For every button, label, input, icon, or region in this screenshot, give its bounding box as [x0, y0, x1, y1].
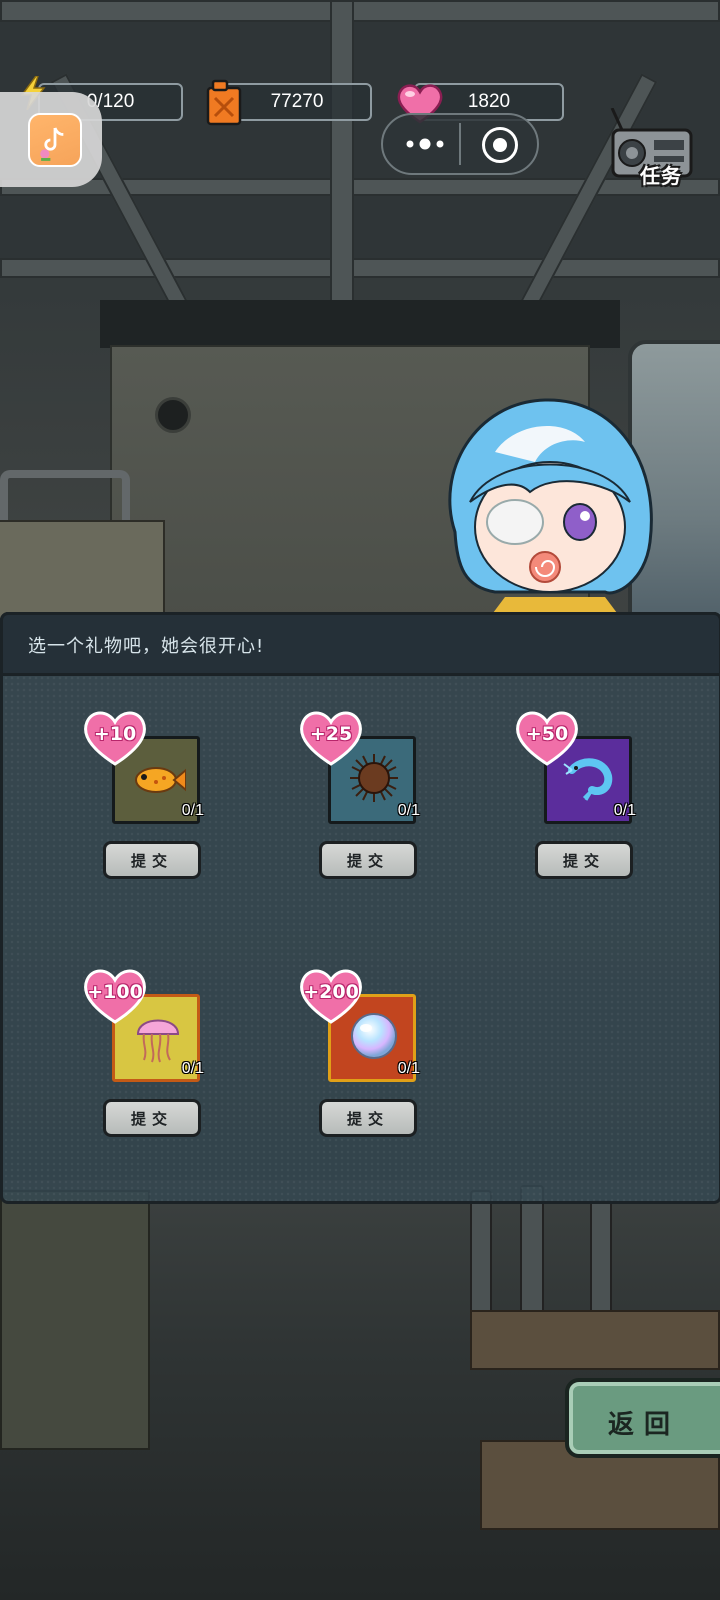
submit-button[interactable]: 提交	[103, 1099, 201, 1137]
gift-count: 0/1	[613, 802, 636, 819]
gift-bonus: +25	[309, 723, 353, 745]
affection-value: 1820	[467, 91, 511, 112]
gift-bonus: +100	[87, 981, 143, 1003]
submit-button[interactable]: 提交	[535, 841, 633, 879]
back-button-label: 返回	[607, 1410, 680, 1440]
fuel-can-icon	[206, 79, 242, 126]
gift-bonus: +200	[303, 981, 359, 1003]
more-dots-icon[interactable]	[404, 132, 446, 156]
gift-count: 0/1	[397, 802, 420, 819]
gift-count: 0/1	[181, 1060, 204, 1077]
character-portrait[interactable]	[435, 392, 665, 617]
submit-button[interactable]: 提交	[103, 841, 201, 879]
gift-bonus: +50	[525, 723, 569, 745]
gift-count: 0/1	[181, 802, 204, 819]
gift-bonus: +10	[93, 723, 137, 745]
gift-panel-title: 选一个礼物吧，她会很开心!	[28, 636, 265, 657]
record-target-icon[interactable]	[482, 127, 518, 163]
back-button[interactable]: 返回	[565, 1378, 720, 1458]
tiktok-mini-app-icon[interactable]	[28, 113, 82, 167]
capsule-divider	[459, 123, 461, 165]
submit-button[interactable]: 提交	[319, 841, 417, 879]
fuel-counter: 77270	[222, 83, 372, 121]
gift-count: 0/1	[397, 1060, 420, 1077]
fuel-value: 77270	[270, 91, 324, 112]
submit-button[interactable]: 提交	[319, 1099, 417, 1137]
task-label[interactable]: 任务	[640, 160, 682, 189]
